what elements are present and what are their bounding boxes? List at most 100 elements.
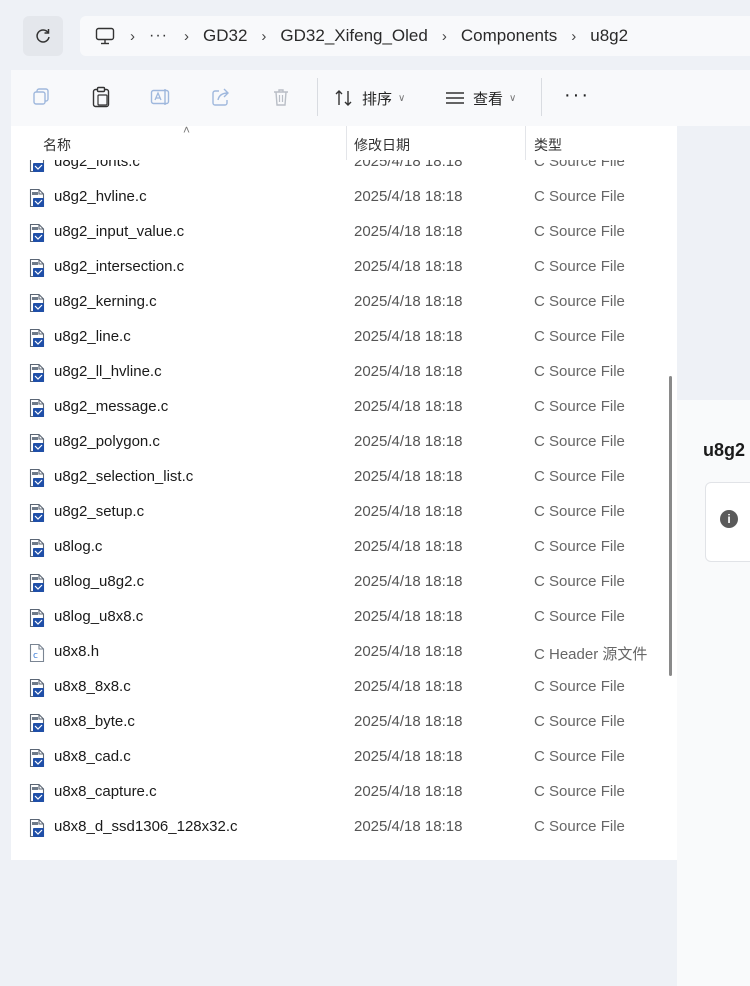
- view-list-icon: [446, 92, 464, 104]
- c-source-file-icon: [28, 363, 46, 383]
- file-row[interactable]: u8g2_intersection.c 2025/4/18 18:18 C Sour…: [11, 250, 663, 285]
- share-icon[interactable]: [209, 85, 233, 109]
- c-source-file-icon: [28, 783, 46, 803]
- details-title: u8g2: [703, 440, 746, 460]
- file-type: C Source File: [534, 188, 625, 205]
- breadcrumb-overflow-button[interactable]: ···: [149, 27, 168, 45]
- file-type: C Source File: [534, 503, 625, 520]
- file-modified-date: 2025/4/18 18:18: [354, 783, 463, 800]
- file-name: u8g2_line.c: [54, 328, 131, 345]
- copy-icon[interactable]: [29, 85, 53, 109]
- file-name: u8g2_polygon.c: [54, 433, 160, 450]
- c-source-file-icon: [28, 468, 46, 488]
- file-name: u8g2_message.c: [54, 398, 169, 415]
- column-header-date[interactable]: 修改日期: [354, 135, 410, 155]
- file-list-pane: u8g2_fonts.c 2025/4/18 18:18 C Source File…: [11, 126, 663, 860]
- breadcrumb-chevron-icon[interactable]: ›: [130, 28, 135, 45]
- refresh-button[interactable]: [23, 16, 63, 56]
- file-row[interactable]: u8log_u8x8.c 2025/4/18 18:18 C Source File: [11, 600, 663, 635]
- file-row[interactable]: u8g2_polygon.c 2025/4/18 18:18 C Source Fi…: [11, 425, 663, 460]
- view-button[interactable]: 查看 ∨: [445, 84, 516, 112]
- file-row[interactable]: u8g2_selection_list.c 2025/4/18 18:18 C So…: [11, 460, 663, 495]
- file-row[interactable]: u8g2_setup.c 2025/4/18 18:18 C Source File: [11, 495, 663, 530]
- details-card: u8g2 i: [677, 400, 750, 986]
- file-modified-date: 2025/4/18 18:18: [354, 643, 463, 660]
- file-row[interactable]: u8g2_kerning.c 2025/4/18 18:18 C Source Fi…: [11, 285, 663, 320]
- command-bar: 排序 ∨ 查看 ∨ ···: [11, 70, 750, 127]
- breadcrumb-item-gd32[interactable]: GD32: [203, 26, 247, 46]
- file-name: u8x8_capture.c: [54, 783, 157, 800]
- c-source-file-icon: [28, 713, 46, 733]
- file-name: u8g2_selection_list.c: [54, 468, 194, 485]
- breadcrumb-item-components[interactable]: Components: [461, 26, 557, 46]
- file-type: C Source File: [534, 258, 625, 275]
- file-type: C Source File: [534, 223, 625, 240]
- file-name: u8x8_d_ssd1306_128x32.c: [54, 818, 238, 835]
- column-header-name[interactable]: 名称: [43, 135, 71, 155]
- file-row[interactable]: u8g2_ll_hvline.c 2025/4/18 18:18 C Source …: [11, 355, 663, 390]
- rename-icon[interactable]: [149, 85, 173, 109]
- scrollbar-thumb[interactable]: [669, 376, 672, 676]
- breadcrumb-chevron-icon[interactable]: ›: [442, 28, 447, 45]
- file-row[interactable]: c u8x8.h 2025/4/18 18:18 C Header 源文件: [11, 635, 663, 670]
- c-source-file-icon: [28, 608, 46, 628]
- c-source-file-icon: [28, 258, 46, 278]
- file-type: C Source File: [534, 363, 625, 380]
- sort-button[interactable]: 排序 ∨: [334, 84, 405, 112]
- column-resize-handle[interactable]: [525, 126, 526, 160]
- address-bar-row: › ··· › GD32 › GD32_Xifeng_Oled › Compon…: [11, 0, 750, 70]
- file-modified-date: 2025/4/18 18:18: [354, 608, 463, 625]
- refresh-icon: [36, 29, 50, 43]
- file-type: C Source File: [534, 678, 625, 695]
- file-modified-date: 2025/4/18 18:18: [354, 678, 463, 695]
- file-row[interactable]: u8g2_hvline.c 2025/4/18 18:18 C Source Fil…: [11, 180, 663, 215]
- file-name: u8x8_cad.c: [54, 748, 131, 765]
- file-modified-date: 2025/4/18 18:18: [354, 468, 463, 485]
- file-row[interactable]: u8g2_line.c 2025/4/18 18:18 C Source File: [11, 320, 663, 355]
- file-name: u8g2_input_value.c: [54, 223, 185, 240]
- file-row[interactable]: u8x8_capture.c 2025/4/18 18:18 C Source Fi…: [11, 775, 663, 810]
- file-type: C Source File: [534, 748, 625, 765]
- breadcrumb-item-gd32-xifeng-oled[interactable]: GD32_Xifeng_Oled: [280, 26, 427, 46]
- delete-icon[interactable]: [269, 85, 293, 109]
- this-pc-icon[interactable]: [94, 25, 116, 47]
- file-modified-date: 2025/4/18 18:18: [354, 538, 463, 555]
- file-row[interactable]: u8log.c 2025/4/18 18:18 C Source File: [11, 530, 663, 565]
- file-row[interactable]: u8x8_byte.c 2025/4/18 18:18 C Source File: [11, 705, 663, 740]
- column-header-row: ˄ 名称 修改日期 类型: [11, 126, 663, 160]
- paste-icon[interactable]: [89, 85, 113, 109]
- toolbar-divider: [541, 78, 542, 116]
- file-modified-date: 2025/4/18 18:18: [354, 293, 463, 310]
- info-icon: i: [720, 510, 738, 528]
- file-type: C Source File: [534, 398, 625, 415]
- column-header-type[interactable]: 类型: [534, 135, 562, 155]
- file-row[interactable]: u8log_u8g2.c 2025/4/18 18:18 C Source File: [11, 565, 663, 600]
- window-left-edge: [0, 0, 11, 860]
- breadcrumb-chevron-icon[interactable]: ›: [261, 28, 266, 45]
- file-name: u8g2_kerning.c: [54, 293, 157, 310]
- file-type: C Header 源文件: [534, 646, 648, 663]
- details-pane: u8g2 i: [677, 126, 750, 986]
- breadcrumb[interactable]: › ··· › GD32 › GD32_Xifeng_Oled › Compon…: [80, 16, 750, 56]
- file-type: C Source File: [534, 783, 625, 800]
- file-row[interactable]: u8x8_cad.c 2025/4/18 18:18 C Source File: [11, 740, 663, 775]
- file-type: C Source File: [534, 433, 625, 450]
- c-source-file-icon: [28, 328, 46, 348]
- file-row[interactable]: u8x8_d_ssd1306_128x32.c 2025/4/18 18:18 C …: [11, 810, 663, 845]
- vertical-scrollbar[interactable]: [663, 126, 677, 860]
- file-type: C Source File: [534, 608, 625, 625]
- file-name: u8log.c: [54, 538, 103, 555]
- file-row[interactable]: u8x8_8x8.c 2025/4/18 18:18 C Source File: [11, 670, 663, 705]
- file-name: u8x8_8x8.c: [54, 678, 131, 695]
- c-source-file-icon: [28, 748, 46, 768]
- sort-label: 排序: [362, 90, 393, 108]
- breadcrumb-item-u8g2[interactable]: u8g2: [590, 26, 628, 46]
- see-more-button[interactable]: ···: [564, 85, 590, 105]
- breadcrumb-chevron-icon[interactable]: ›: [571, 28, 576, 45]
- file-name: u8g2_setup.c: [54, 503, 145, 520]
- file-row[interactable]: u8g2_message.c 2025/4/18 18:18 C Source Fi…: [11, 390, 663, 425]
- c-source-file-icon: [28, 398, 46, 418]
- file-row[interactable]: u8g2_input_value.c 2025/4/18 18:18 C Sourc…: [11, 215, 663, 250]
- column-resize-handle[interactable]: [346, 126, 347, 160]
- file-modified-date: 2025/4/18 18:18: [354, 713, 463, 730]
